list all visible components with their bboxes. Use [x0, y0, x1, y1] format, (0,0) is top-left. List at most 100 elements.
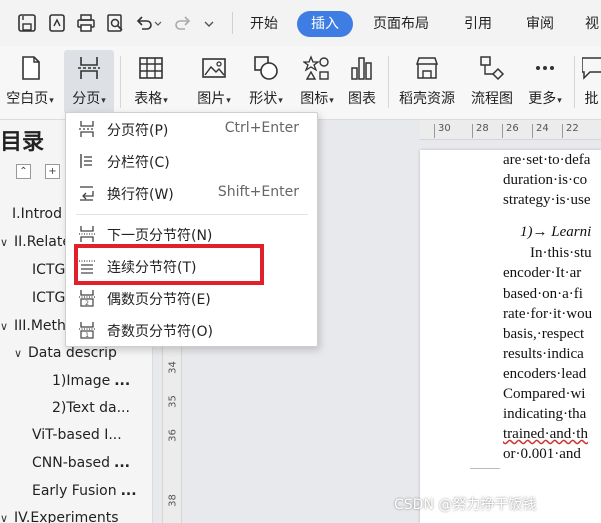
page-break-icon: [78, 120, 96, 138]
tab-references[interactable]: 引用: [462, 11, 494, 37]
flowchart-icon: [477, 52, 507, 84]
nav-item[interactable]: I.Introd: [12, 206, 62, 222]
nav-item[interactable]: ICTG: [32, 262, 65, 278]
flowchart-button[interactable]: 流程图: [466, 50, 518, 114]
doc-line: encoder·It·ar: [503, 265, 582, 281]
save-icon[interactable]: [16, 12, 38, 34]
ruler-label: 28: [476, 123, 489, 134]
tab-insert[interactable]: 插入: [297, 11, 353, 37]
table-button[interactable]: 表格▾: [126, 50, 176, 114]
tab-bar: 开始 插入 页面布局 引用 审阅 视: [0, 0, 601, 46]
tab-review[interactable]: 审阅: [524, 11, 556, 37]
doc-line: or·0.001·and: [503, 446, 581, 462]
tab-home[interactable]: 开始: [248, 11, 280, 37]
collapse-arrow-icon[interactable]: ∨: [14, 347, 28, 360]
doc-line: duration·is·co: [503, 172, 588, 188]
doc-line: encoders·lead: [503, 366, 587, 382]
picture-button[interactable]: 图片▾: [189, 50, 239, 114]
line-break-icon: [78, 184, 96, 202]
nav-item[interactable]: ∨ Data descrip: [14, 345, 117, 361]
collapse-arrow-icon[interactable]: ∨: [0, 236, 14, 249]
ruler-label: 35: [167, 395, 179, 408]
customize-dropdown-icon[interactable]: [202, 12, 216, 34]
collapse-arrow-icon[interactable]: ∨: [0, 320, 14, 333]
print-preview-icon[interactable]: [104, 12, 126, 34]
nav-item[interactable]: ∨ II.Relate: [0, 234, 71, 250]
more-label: 更多: [528, 91, 557, 107]
document-page[interactable]: are·set·to·defa duration·is·co strategy·…: [420, 150, 601, 523]
doc-line: basis,·respect: [503, 326, 585, 342]
chart-label: 图表: [348, 91, 376, 107]
collapse-all-icon[interactable]: ⌃: [16, 164, 31, 179]
annotate-button[interactable]: 批: [582, 50, 601, 114]
shape-caret-icon: ▾: [278, 96, 283, 106]
picture-label: 图片: [197, 91, 226, 107]
doc-line: are·set·to·defa: [503, 152, 591, 168]
nav-item[interactable]: ICTG: [32, 290, 65, 306]
tab-page-layout[interactable]: 页面布局: [371, 11, 431, 37]
doc-line: based·on·a·fi: [503, 286, 583, 302]
page-edge-mark: [470, 468, 500, 469]
undo-icon[interactable]: [133, 12, 155, 34]
icon-label: 图标: [300, 91, 329, 107]
icon-button[interactable]: 图标▾: [292, 50, 342, 114]
doc-line: rate·for·it·wou: [503, 306, 593, 322]
nav-item[interactable]: ∨ III.Meth: [0, 318, 66, 334]
nav-item[interactable]: 1)Image...: [52, 373, 130, 389]
odd-page-section-icon: 1: [78, 321, 96, 339]
nav-item[interactable]: ∨ IV.Experiments: [0, 510, 119, 523]
blank-page-caret-icon: ▾: [49, 96, 54, 106]
doc-line: Compared·wi: [503, 386, 586, 402]
menu-item-page-break[interactable]: 分页符(P) Ctrl+Enter: [66, 114, 317, 144]
menu-item-column-break[interactable]: 分栏符(C): [66, 146, 317, 176]
doc-line: trained·and·th: [503, 426, 588, 442]
nav-item[interactable]: Early Fusion...: [32, 483, 137, 499]
even-page-section-icon: 2: [78, 289, 96, 307]
page-break-button[interactable]: 分页▾: [64, 50, 114, 114]
undo-dropdown-icon[interactable]: [153, 12, 163, 34]
nav-title: 目录: [0, 130, 45, 155]
ribbon-insert: 空白页▾ 分页▾ 表格▾ 图片▾ 形状▾ 图标▾ 图表 稻壳资源 流程图 更多▾: [0, 46, 601, 120]
ruler-label: 38: [167, 494, 179, 507]
doc-line: In·this·stu: [530, 245, 592, 261]
redo-icon[interactable]: [172, 12, 194, 34]
export-pdf-icon[interactable]: [46, 12, 68, 34]
add-heading-icon[interactable]: +: [45, 164, 60, 179]
chart-icon: [347, 52, 377, 84]
print-icon[interactable]: [75, 12, 97, 34]
nav-item[interactable]: CNN-based...: [32, 455, 130, 471]
more-button[interactable]: 更多▾: [522, 50, 568, 114]
annotate-label: 批: [584, 91, 599, 107]
menu-item-even-page-section[interactable]: 2 偶数页分节符(E): [66, 283, 317, 313]
menu-item-line-break[interactable]: 换行符(W) Shift+Enter: [66, 178, 317, 208]
picture-caret-icon: ▾: [226, 96, 231, 106]
ribbon-divider: [120, 56, 121, 108]
menu-item-odd-page-section[interactable]: 1 奇数页分节符(O): [66, 315, 317, 345]
tab-view[interactable]: 视: [583, 11, 601, 37]
store-icon: [412, 52, 442, 84]
more-caret-icon: ▾: [557, 96, 562, 106]
ruler-label: 30: [438, 123, 451, 134]
annotate-icon: [582, 52, 601, 84]
chart-button[interactable]: 图表: [342, 50, 382, 114]
ruler-label: 24: [536, 123, 549, 134]
menu-divider: [76, 214, 308, 215]
nav-item[interactable]: ViT-based I...: [32, 427, 122, 443]
doc-line: results·indica: [503, 346, 584, 362]
blank-page-button[interactable]: 空白页▾: [2, 50, 58, 114]
ruler-label: 26: [506, 123, 519, 134]
doc-line: indicating·tha: [503, 406, 587, 422]
ruler-label: 36: [167, 429, 179, 442]
nav-item[interactable]: 2)Text da...: [52, 400, 130, 416]
tabbar-divider: [232, 12, 233, 34]
ruler-label: 22: [566, 123, 579, 134]
resources-button[interactable]: 稻壳资源: [394, 50, 460, 114]
shape-button[interactable]: 形状▾: [241, 50, 291, 114]
column-break-icon: [78, 152, 96, 170]
collapse-arrow-icon[interactable]: ∨: [0, 512, 14, 523]
shape-icon: [251, 52, 281, 84]
next-page-section-icon: [78, 225, 96, 243]
shape-label: 形状: [249, 91, 278, 107]
blank-page-label: 空白页: [6, 91, 49, 107]
watermark: CSDN @努力挣干饭钱: [394, 497, 537, 513]
